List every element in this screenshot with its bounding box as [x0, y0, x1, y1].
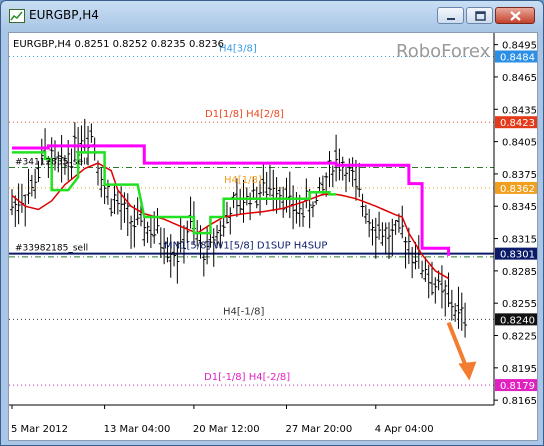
price-tag-text: 0.8423	[500, 118, 535, 129]
chart-window-icon	[9, 9, 25, 23]
sell-order-label: #33982185_sell	[15, 244, 88, 254]
price-tick-label: 0.8405	[502, 138, 537, 149]
time-axis: 5 Mar 2012 13 Mar 04:00 20 Mar 12:00 27 Mar…	[11, 405, 434, 435]
time-tick-label: 27 Mar 20:00	[285, 424, 352, 435]
time-tick-label: 13 Mar 04:00	[104, 424, 171, 435]
price-tick-label: 0.8195	[502, 364, 537, 375]
price-tag-text: 0.8179	[500, 381, 535, 392]
close-button[interactable]	[495, 7, 535, 24]
forecast-arrow-head	[458, 361, 477, 381]
maximize-button[interactable]	[466, 7, 493, 24]
price-tag-text: 0.8362	[500, 184, 535, 195]
close-icon	[510, 11, 521, 21]
price-tick-label: 0.8435	[502, 105, 537, 116]
price-tick-label: 0.8255	[502, 299, 537, 310]
minimize-button[interactable]	[437, 7, 464, 24]
title-bar[interactable]: EURGBP,H4	[1, 1, 543, 29]
maximize-icon	[475, 11, 486, 21]
forecast-arrow	[446, 321, 477, 381]
level-label-h4-1-8: H4[1/8]	[224, 175, 262, 186]
level-label-d1-m1-8: D1[-1/8] H4[-2/8]	[204, 372, 290, 383]
forecast-arrow-shaft	[446, 321, 469, 369]
chart-info: EURGBP,H4 0.8251 0.8252 0.8235 0.8236	[13, 39, 224, 50]
price-axis: 0.8495 0.8465 0.8435 0.8405 0.8375 0.8345 0.83…	[494, 41, 537, 407]
time-tick-label: 5 Mar 2012	[11, 424, 68, 435]
level-labels: H4[3/8] D1[1/8] H4[2/8] H4[1/8] MN1[5/8] W1…	[15, 43, 327, 383]
price-tick-label: 0.8165	[502, 396, 537, 407]
price-tick-label: 0.8285	[502, 267, 537, 278]
price-tick-label: 0.8465	[502, 73, 537, 84]
price-tick-label: 0.8225	[502, 332, 537, 343]
minimize-icon	[447, 18, 455, 20]
level-label-d1-1-8: D1[1/8] H4[2/8]	[205, 109, 284, 120]
price-tick-label: 0.8345	[502, 202, 537, 213]
price-tick-label: 0.8315	[502, 235, 537, 246]
chart-area[interactable]: H4[3/8] D1[1/8] H4[2/8] H4[1/8] MN1[5/8] W1…	[8, 32, 538, 441]
price-tick-label: 0.8495	[502, 41, 537, 52]
time-tick-label: 4 Apr 04:00	[375, 424, 434, 435]
level-label-mn1-5-8: MN1[5/8] W1[5/8] D1SUP H4SUP	[164, 241, 327, 252]
price-chart[interactable]: H4[3/8] D1[1/8] H4[2/8] H4[1/8] MN1[5/8] W1…	[9, 33, 537, 440]
level-label-h4-m1-8: H4[-1/8]	[223, 306, 264, 317]
chart-window: EURGBP,H4 H4[3/8] D1[1/8] H4[2/8] H4[1/8] M…	[0, 0, 544, 446]
price-tag-text: 0.8240	[500, 315, 535, 326]
price-tag-text: 0.8301	[500, 250, 535, 261]
watermark: RoboForex	[396, 41, 491, 62]
level-label-h4-3-8: H4[3/8]	[219, 43, 257, 54]
sell-order-label: #34112835_sell	[15, 157, 88, 167]
price-tag-text: 0.8484	[500, 52, 535, 63]
time-tick-label: 20 Mar 12:00	[193, 424, 260, 435]
window-title: EURGBP,H4	[29, 8, 99, 22]
price-tick-label: 0.8375	[502, 170, 537, 181]
